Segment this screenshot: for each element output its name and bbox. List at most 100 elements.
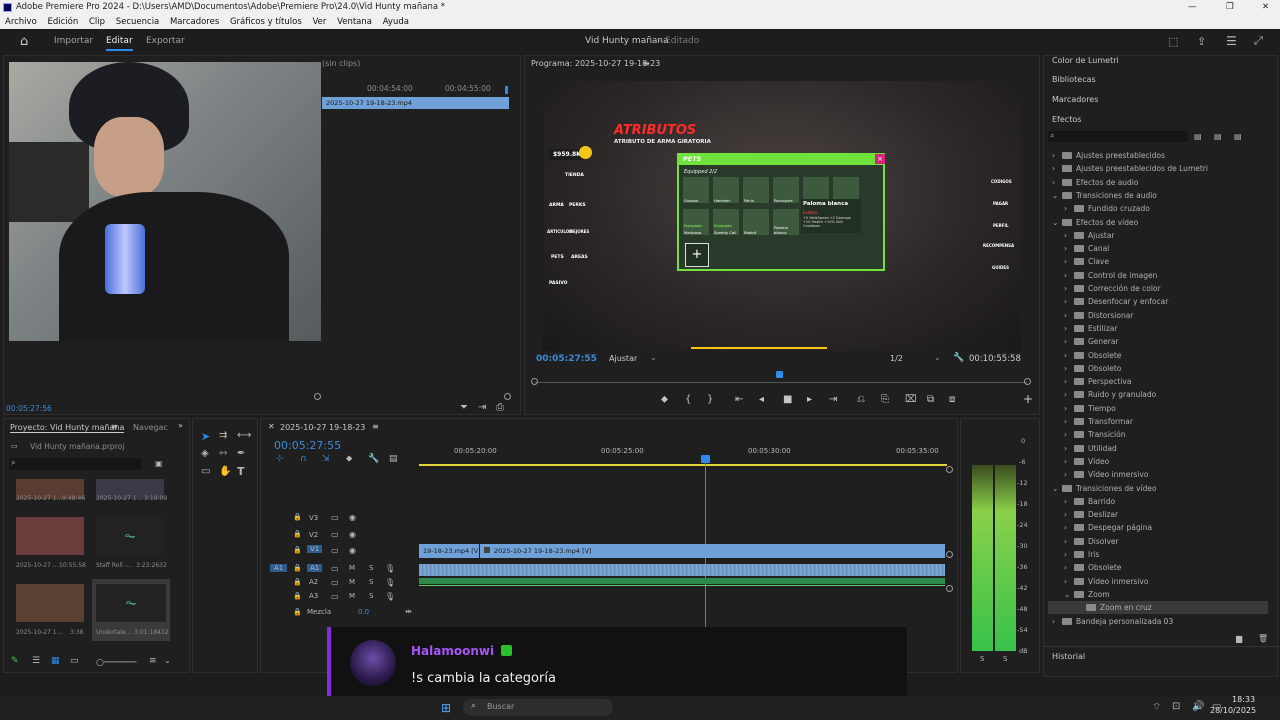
- pet-slot[interactable]: Porcupine: [773, 177, 799, 203]
- mix-value[interactable]: 0.0: [358, 608, 369, 616]
- new-bin-icon[interactable]: ▆: [1236, 634, 1242, 643]
- expand-chevron-icon[interactable]: ›: [1064, 508, 1074, 521]
- effects-tree-item[interactable]: › Utilidad: [1048, 442, 1273, 455]
- expand-chevron-icon[interactable]: ›: [1064, 561, 1074, 574]
- step-back-icon[interactable]: ◂: [759, 394, 764, 405]
- lock-icon[interactable]: 🔒: [293, 592, 302, 600]
- expand-chevron-icon[interactable]: ›: [1064, 402, 1074, 415]
- freeform-view-icon[interactable]: ▭: [70, 656, 79, 666]
- insert-sequence-icon[interactable]: ⇲: [322, 454, 330, 464]
- effects-tree-item[interactable]: Zoom en cruz: [1048, 601, 1268, 615]
- program-scrubber[interactable]: [535, 382, 1027, 383]
- effects-tree-item[interactable]: › Ajustes preestablecidos de Lumetri: [1048, 162, 1273, 175]
- menu-clip[interactable]: Clip: [89, 17, 105, 27]
- expand-chevron-icon[interactable]: ›: [1064, 335, 1074, 348]
- project-tab[interactable]: Proyecto: Vid Hunty mañana: [10, 423, 125, 433]
- expand-chevron-icon[interactable]: ›: [1064, 349, 1074, 362]
- overwrite-icon[interactable]: ⎘: [881, 394, 889, 405]
- effects-tree-item[interactable]: › Corrección de color: [1048, 282, 1273, 295]
- pet-slot[interactable]: Gusano: [683, 177, 709, 203]
- tab-editar[interactable]: Editar: [106, 36, 133, 51]
- expand-chevron-icon[interactable]: ›: [1052, 149, 1062, 162]
- program-timecode[interactable]: 00:05:27:55: [536, 354, 597, 364]
- go-to-in-icon[interactable]: ⇤: [735, 394, 743, 405]
- playhead-handle[interactable]: [701, 455, 710, 463]
- pet-slot[interactable]: Equipado Speedy Cat: [713, 209, 739, 235]
- expand-chevron-icon[interactable]: ›: [1064, 548, 1074, 561]
- quality-dropdown-chevron-icon[interactable]: ⌄: [934, 353, 941, 362]
- sync-lock-icon[interactable]: ▭: [331, 564, 339, 573]
- new-bin-icon[interactable]: ▣: [155, 459, 163, 468]
- v1-clip-a[interactable]: 19-18-23.mp4 [V]: [419, 544, 481, 558]
- effects-tree-item[interactable]: › Iris: [1048, 548, 1273, 561]
- game-menu-tienda[interactable]: TIENDA: [565, 173, 584, 178]
- go-to-out-icon[interactable]: ⇥: [829, 394, 837, 405]
- home-icon[interactable]: ⌂: [20, 34, 28, 49]
- expand-chevron-icon[interactable]: ›: [1064, 495, 1074, 508]
- project-item[interactable]: [16, 517, 84, 555]
- effects-tree-item[interactable]: › Generar: [1048, 335, 1273, 348]
- project-item[interactable]: [16, 584, 84, 622]
- captions-icon[interactable]: ▤: [389, 454, 398, 464]
- effects-tree-item[interactable]: › Ajustar: [1048, 229, 1273, 242]
- effects-tree-item[interactable]: ⌄ Efectos de vídeo: [1048, 216, 1273, 229]
- mic-icon[interactable]: 🎙: [385, 592, 395, 601]
- solo-button[interactable]: S: [369, 592, 373, 600]
- effects-search-input[interactable]: ⌕: [1048, 131, 1188, 142]
- close-button[interactable]: ✕: [1262, 0, 1269, 15]
- game-menu-mejores[interactable]: MEJORES: [569, 229, 589, 234]
- game-menu-perfil[interactable]: PERFIL: [993, 223, 1009, 228]
- game-menu-areas[interactable]: AREAS: [571, 255, 588, 260]
- program-menu-icon[interactable]: ≡: [643, 59, 650, 68]
- camera-icon[interactable]: ⌧: [905, 394, 917, 405]
- expand-chevron-icon[interactable]: ⌄: [1052, 189, 1062, 202]
- effects-tree-item[interactable]: › Vídeo: [1048, 455, 1273, 468]
- menu-ver[interactable]: Ver: [312, 17, 326, 27]
- quality-dropdown[interactable]: 1/2: [890, 354, 903, 363]
- mic-icon[interactable]: 🎙: [385, 564, 395, 573]
- expand-chevron-icon[interactable]: ›: [1052, 176, 1062, 189]
- pet-slot[interactable]: Paloma blanca: [773, 209, 799, 235]
- zoom-slider[interactable]: ○──────: [90, 658, 136, 668]
- stop-icon[interactable]: ■: [783, 394, 792, 405]
- tab-exportar[interactable]: Exportar: [146, 36, 185, 46]
- workspaces-menu-icon[interactable]: ☰: [1226, 34, 1237, 48]
- sync-lock-icon[interactable]: ▭: [331, 530, 339, 539]
- effects-tree-item[interactable]: › Fundido cruzado: [1048, 202, 1273, 215]
- solo-button[interactable]: S: [369, 578, 373, 586]
- expand-chevron-icon[interactable]: ›: [1064, 269, 1074, 282]
- effects-tree-item[interactable]: › Obsolete: [1048, 349, 1273, 362]
- expand-chevron-icon[interactable]: ›: [1064, 375, 1074, 388]
- effects-tree-item[interactable]: › Vídeo inmersivo: [1048, 468, 1273, 481]
- pets-add-button[interactable]: +: [685, 243, 709, 267]
- source-playhead[interactable]: [505, 86, 508, 94]
- effects-tree-item[interactable]: › Obsolete: [1048, 561, 1273, 574]
- expand-chevron-icon[interactable]: ›: [1064, 242, 1074, 255]
- more-panels-icon[interactable]: »: [178, 421, 183, 430]
- tab-marcadores[interactable]: Marcadores: [1052, 95, 1098, 104]
- effects-tree-item[interactable]: › Desenfocar y enfocar: [1048, 295, 1273, 308]
- insert-icon[interactable]: ⎌: [857, 394, 865, 405]
- mix-go-to-icon[interactable]: ⇹: [405, 607, 412, 616]
- expand-chevron-icon[interactable]: ›: [1064, 415, 1074, 428]
- expand-icon[interactable]: ⤢: [1254, 34, 1263, 48]
- maximize-button[interactable]: ❐: [1226, 0, 1234, 15]
- taskbar-time[interactable]: 18:33: [1232, 695, 1255, 704]
- effects-tree-item[interactable]: › Perspectiva: [1048, 375, 1273, 388]
- project-tab-menu-icon[interactable]: ≡: [111, 422, 118, 431]
- expand-chevron-icon[interactable]: ›: [1064, 255, 1074, 268]
- game-menu-recompensa[interactable]: RECOMPENSA: [983, 243, 1014, 248]
- track-select-tool-icon[interactable]: ⇉: [219, 430, 227, 441]
- export-frame-icon[interactable]: ⎙: [496, 403, 504, 413]
- add-button-icon[interactable]: +: [1023, 392, 1033, 406]
- menu-ayuda[interactable]: Ayuda: [383, 17, 409, 27]
- lock-icon[interactable]: 🔒: [293, 530, 302, 538]
- snap-icon[interactable]: ⊹: [276, 454, 284, 464]
- effects-tree-item[interactable]: ⌄ Zoom: [1048, 588, 1273, 601]
- navigator-tab[interactable]: Navegac: [133, 423, 168, 432]
- game-menu-arma[interactable]: ARMA: [549, 203, 564, 208]
- expand-chevron-icon[interactable]: ›: [1064, 322, 1074, 335]
- share-icon[interactable]: ⇪: [1197, 35, 1206, 48]
- expand-chevron-icon[interactable]: ›: [1052, 162, 1062, 175]
- wifi-icon[interactable]: ⌔: [1152, 701, 1161, 714]
